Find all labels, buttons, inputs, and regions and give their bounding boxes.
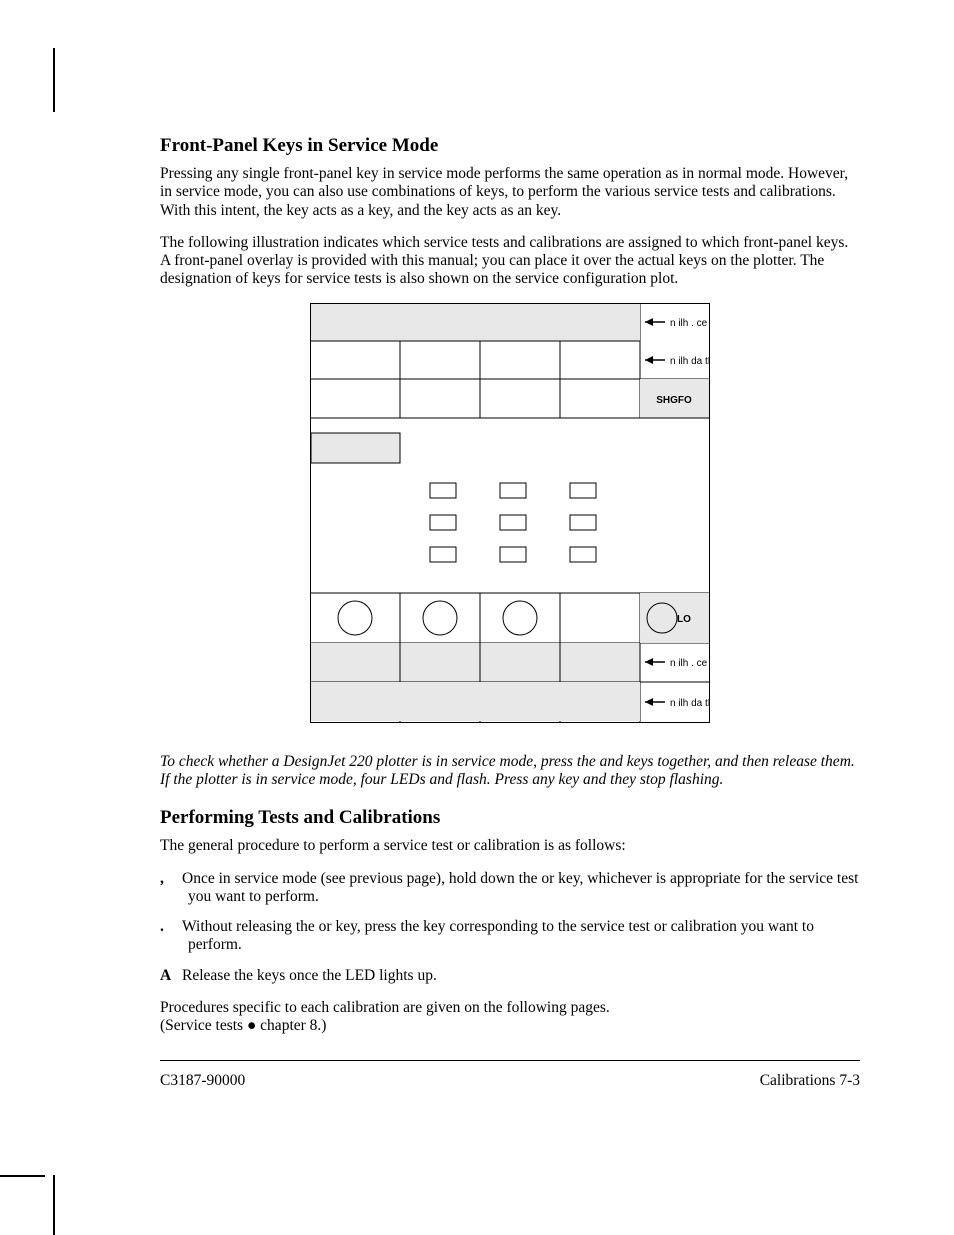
- step-marker: A: [160, 967, 182, 985]
- heading-front-panel-keys: Front-Panel Keys in Service Mode: [160, 135, 860, 157]
- arrow-left-icon: [645, 318, 665, 326]
- step-text: Once in service mode (see previous page)…: [182, 870, 858, 905]
- crop-mark: [53, 1175, 55, 1235]
- callout-label: n ilh . ce: [670, 658, 708, 669]
- key-label: SHGFO: [656, 395, 692, 406]
- footer-rule: [160, 1060, 860, 1061]
- arrow-left-icon: [645, 658, 665, 666]
- paragraph: The following illustration indicates whi…: [160, 234, 860, 289]
- paragraph: Procedures specific to each calibration …: [160, 999, 860, 1036]
- callout-label: n ilh da tNe: [670, 698, 710, 709]
- list-item: ARelease the keys once the LED lights up…: [160, 967, 860, 985]
- steps-list: ,Once in service mode (see previous page…: [160, 870, 860, 985]
- step-marker: .: [160, 918, 182, 936]
- callout-label: n ilh da tNe: [670, 356, 710, 367]
- crop-mark: [53, 48, 55, 112]
- step-text: Without releasing the or key, press the …: [182, 918, 814, 953]
- indicator-grid: [430, 483, 596, 562]
- footer-left: C3187-90000: [160, 1072, 245, 1090]
- page: Front-Panel Keys in Service Mode Pressin…: [0, 0, 954, 1235]
- figure-svg: SHGFO n ilh . ce n ilh da tNe: [310, 303, 710, 723]
- figure-keypad-overlay: SHGFO n ilh . ce n ilh da tNe: [160, 303, 860, 723]
- arrow-left-icon: [645, 698, 665, 706]
- arrow-left-icon: [645, 356, 665, 364]
- footer-right: Calibrations 7-3: [760, 1072, 860, 1090]
- step-text: Release the keys once the LED lights up.: [182, 967, 437, 984]
- paragraph: The general procedure to perform a servi…: [160, 837, 860, 855]
- heading-performing-tests: Performing Tests and Calibrations: [160, 807, 860, 829]
- paragraph: Pressing any single front-panel key in s…: [160, 165, 860, 220]
- list-item: .Without releasing the or key, press the…: [160, 918, 860, 955]
- note-italic: To check whether a DesignJet 220 plotter…: [160, 753, 860, 790]
- list-item: ,Once in service mode (see previous page…: [160, 870, 860, 907]
- callout-label: n ilh . ce: [670, 318, 708, 329]
- content-area: Front-Panel Keys in Service Mode Pressin…: [160, 135, 860, 1050]
- page-footer: C3187-90000 Calibrations 7-3: [160, 1072, 860, 1090]
- crop-mark: [0, 1175, 45, 1177]
- step-marker: ,: [160, 870, 182, 888]
- key-label: LO: [677, 614, 691, 625]
